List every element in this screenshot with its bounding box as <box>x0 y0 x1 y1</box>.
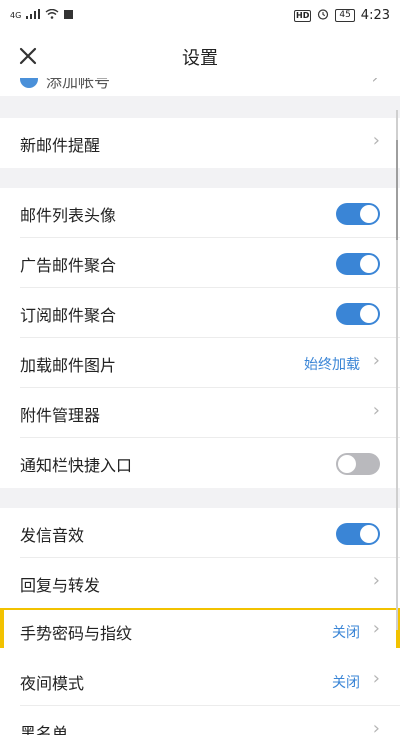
chevron-right-icon: › <box>372 78 378 87</box>
toggle-knob <box>360 525 378 543</box>
gesture-password-value: 关闭 <box>332 625 360 641</box>
subscription-aggregation-item: 订阅邮件聚合 <box>0 288 400 338</box>
night-mode-value: 关闭 <box>332 675 360 691</box>
new-mail-alert-item[interactable]: 新邮件提醒 › <box>0 118 400 168</box>
subscription-aggregation-toggle[interactable] <box>336 303 380 325</box>
section-divider <box>0 168 400 188</box>
chevron-right-icon: › <box>372 350 380 371</box>
hd-badge: HD <box>294 9 312 22</box>
send-sound-label: 发信音效 <box>20 526 85 545</box>
chevron-right-icon: › <box>372 130 380 151</box>
list-avatar-toggle[interactable] <box>336 203 380 225</box>
gesture-password-label: 手势密码与指纹 <box>20 624 133 643</box>
page-title: 设置 <box>182 48 218 69</box>
chevron-right-icon: › <box>372 718 380 735</box>
ad-aggregation-item: 广告邮件聚合 <box>0 238 400 288</box>
list-avatar-label: 邮件列表头像 <box>20 206 117 225</box>
battery-icon: 45 <box>335 9 355 22</box>
chevron-right-icon: › <box>372 400 380 421</box>
load-images-value: 始终加载 <box>304 357 360 373</box>
send-sound-item: 发信音效 <box>0 508 400 558</box>
wifi-icon <box>45 8 59 22</box>
load-images-item[interactable]: 加载邮件图片 始终加载 › <box>0 338 400 388</box>
toggle-knob <box>360 255 378 273</box>
add-account-label: 添加帐号 <box>46 78 111 91</box>
ad-aggregation-toggle[interactable] <box>336 253 380 275</box>
reply-forward-item[interactable]: 回复与转发 › <box>0 558 400 608</box>
load-images-label: 加载邮件图片 <box>20 356 117 375</box>
toggle-knob <box>338 455 356 473</box>
subscription-aggregation-label: 订阅邮件聚合 <box>20 306 117 325</box>
chevron-right-icon: › <box>372 668 380 689</box>
notification-shortcut-toggle[interactable] <box>336 453 380 475</box>
scrollbar-thumb[interactable] <box>396 140 398 240</box>
blacklist-label: 黑名单 <box>20 724 69 735</box>
new-mail-alert-label: 新邮件提醒 <box>20 136 101 155</box>
attachment-manager-label: 附件管理器 <box>20 406 101 425</box>
section-divider <box>0 96 400 118</box>
notification-shortcut-item: 通知栏快捷入口 <box>0 438 400 488</box>
blacklist-item[interactable]: 黑名单 › <box>0 706 400 735</box>
clock: 4:23 <box>360 8 390 23</box>
section-divider <box>0 488 400 508</box>
night-mode-item[interactable]: 夜间模式 关闭 › <box>0 656 400 706</box>
add-account-item[interactable]: 添加帐号 › <box>0 78 400 92</box>
status-right: HD 45 4:23 <box>294 8 390 23</box>
chevron-right-icon: › <box>372 618 380 639</box>
night-mode-label: 夜间模式 <box>20 674 85 693</box>
toggle-knob <box>360 305 378 323</box>
network-type: 4G <box>10 10 22 20</box>
ad-aggregation-label: 广告邮件聚合 <box>20 256 117 275</box>
reply-forward-label: 回复与转发 <box>20 576 101 595</box>
list-avatar-item: 邮件列表头像 <box>0 188 400 238</box>
status-left: 4G <box>10 8 74 22</box>
attachment-manager-item[interactable]: 附件管理器 › <box>0 388 400 438</box>
account-icon <box>20 78 38 88</box>
alarm-icon <box>317 8 329 23</box>
notification-shortcut-label: 通知栏快捷入口 <box>20 456 133 475</box>
signal-icon <box>26 8 41 22</box>
status-bar: 4G HD 45 4:23 <box>0 0 400 34</box>
gesture-password-item[interactable]: 手势密码与指纹 关闭 › <box>0 608 400 654</box>
chevron-right-icon: › <box>372 570 380 591</box>
title-bar: 设置 <box>0 34 400 78</box>
send-sound-toggle[interactable] <box>336 523 380 545</box>
notification-icon <box>64 8 74 22</box>
toggle-knob <box>360 205 378 223</box>
